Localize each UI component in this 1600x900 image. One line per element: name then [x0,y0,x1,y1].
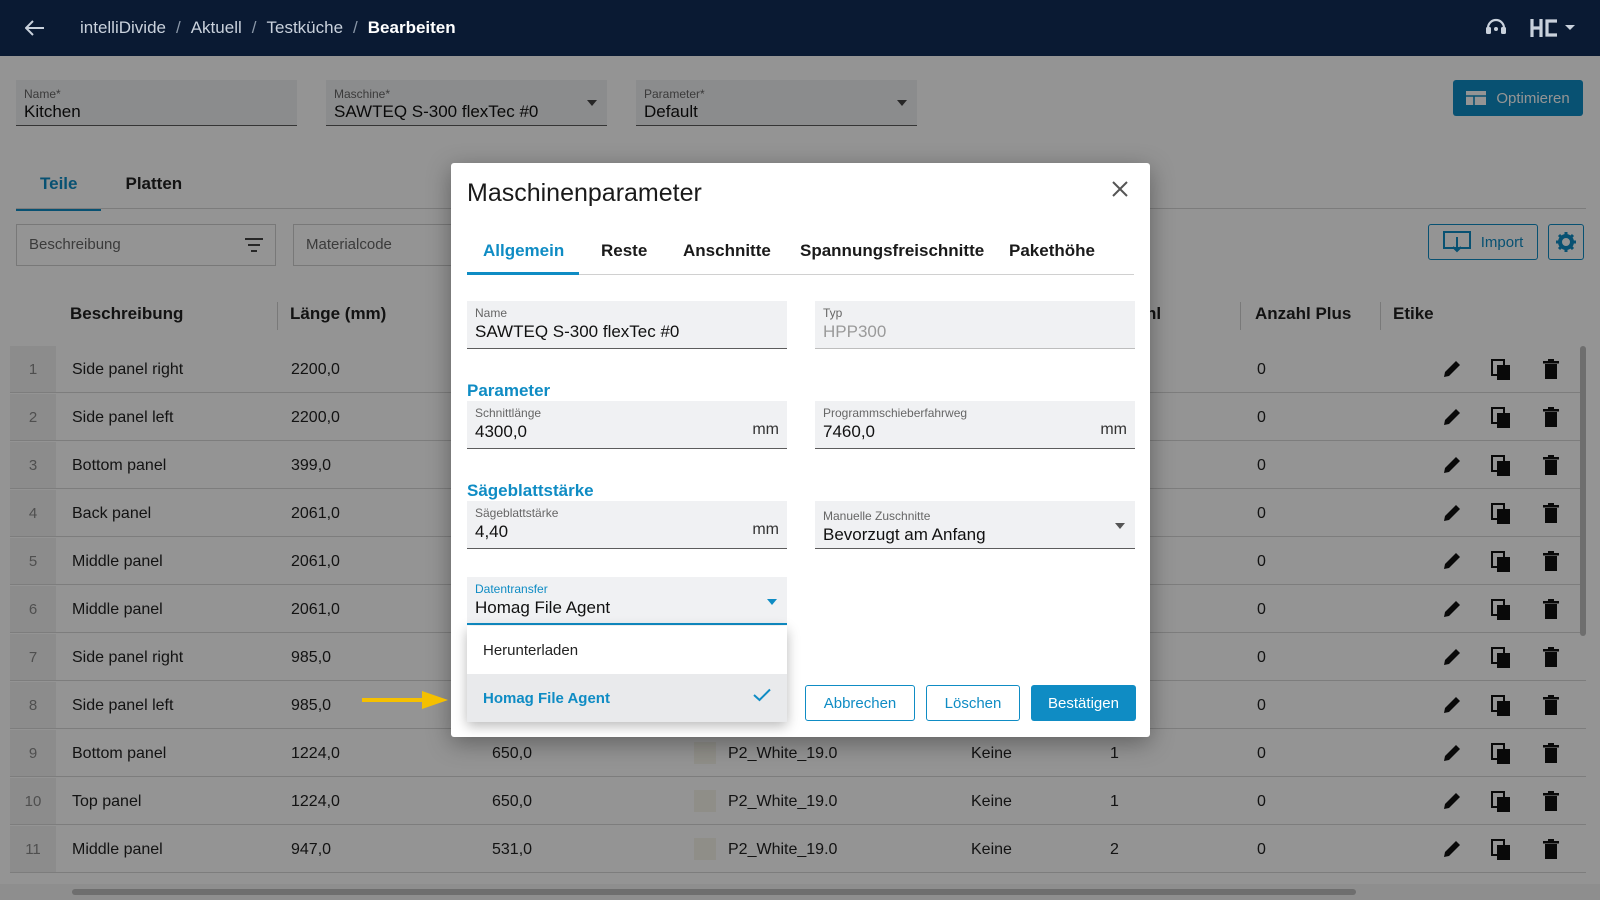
manual-cuts-select[interactable]: Manuelle Zuschnitte Bevorzugt am Anfang [815,501,1135,549]
cut-length-unit: mm [752,421,779,438]
top-bar: intelliDivide / Aktuell / Testküche / Be… [0,0,1600,56]
data-transfer-value: Homag File Agent [475,598,611,617]
active-tab-indicator [467,272,579,275]
breadcrumb-app[interactable]: intelliDivide [80,18,166,38]
homag-logo-menu-icon[interactable] [1530,17,1576,39]
machine-type-value: HPP300 [823,322,887,341]
data-transfer-dropdown: Herunterladen Homag File Agent [467,626,787,722]
manual-cuts-value: Bevorzugt am Anfang [823,525,986,544]
confirm-button[interactable]: Bestätigen [1031,685,1136,721]
dialog-tabs: Allgemein Reste Anschnitte Spannungsfrei… [467,231,1134,275]
cut-length-field[interactable]: Schnittlänge 4300,0 mm [467,401,787,449]
dropdown-option-homag-file-agent[interactable]: Homag File Agent [467,674,787,722]
machine-name-label: Name [475,306,508,320]
chevron-down-icon [767,599,777,605]
highlight-arrow-icon [362,691,448,709]
tab-offcuts[interactable]: Reste [601,241,647,261]
tab-stress-relief-cuts[interactable]: Spannungsfreischnitte [800,241,984,261]
breadcrumb-edit: Bearbeiten [367,18,456,37]
tab-trim-cuts[interactable]: Anschnitte [683,241,771,261]
pusher-travel-label: Programmschieberfahrweg [823,406,968,420]
pusher-travel-field[interactable]: Programmschieberfahrweg 7460,0 mm [815,401,1135,449]
dropdown-option-download[interactable]: Herunterladen [467,626,787,674]
section-blade-heading: Sägeblattstärke [467,481,594,500]
checkmark-icon [753,688,771,702]
machine-name-value: SAWTEQ S-300 flexTec #0 [475,322,680,341]
machine-type-field: Typ HPP300 [815,301,1135,349]
machine-parameters-dialog: Maschinenparameter Allgemein Reste Ansch… [451,163,1150,737]
blade-thickness-field[interactable]: Sägeblattstärke 4,40 mm [467,501,787,549]
blade-thickness-label: Sägeblattstärke [475,506,559,520]
back-arrow-icon[interactable] [16,9,54,47]
machine-type-label: Typ [823,306,843,320]
data-transfer-select[interactable]: Datentransfer Homag File Agent [467,577,787,625]
breadcrumb-list-name[interactable]: Testküche [266,18,343,38]
data-transfer-label: Datentransfer [475,582,548,596]
manual-cuts-label: Manuelle Zuschnitte [823,509,931,523]
blade-thickness-value: 4,40 [475,522,509,541]
cancel-button[interactable]: Abbrechen [805,685,915,721]
breadcrumb: intelliDivide / Aktuell / Testküche / Be… [80,18,456,38]
chevron-down-icon [1115,523,1125,529]
pusher-travel-unit: mm [1100,421,1127,438]
breadcrumb-current-list[interactable]: Aktuell [191,18,242,38]
breadcrumb-separator: / [175,18,181,37]
breadcrumb-separator: / [251,18,257,37]
dropdown-option-label: Homag File Agent [483,690,610,707]
tab-general[interactable]: Allgemein [483,241,564,261]
cut-length-value: 4300,0 [475,422,527,441]
section-parameter-heading: Parameter [467,381,551,400]
pusher-travel-value: 7460,0 [823,422,875,441]
breadcrumb-separator: / [353,18,358,37]
tab-book-height[interactable]: Pakethöhe [1009,241,1095,261]
close-icon[interactable] [1106,175,1134,203]
machine-name-field[interactable]: Name SAWTEQ S-300 flexTec #0 [467,301,787,349]
support-headset-icon[interactable] [1484,15,1508,42]
cut-length-label: Schnittlänge [475,406,542,420]
delete-button[interactable]: Löschen [926,685,1020,721]
blade-thickness-unit: mm [752,521,779,538]
dialog-title: Maschinenparameter [467,179,702,207]
